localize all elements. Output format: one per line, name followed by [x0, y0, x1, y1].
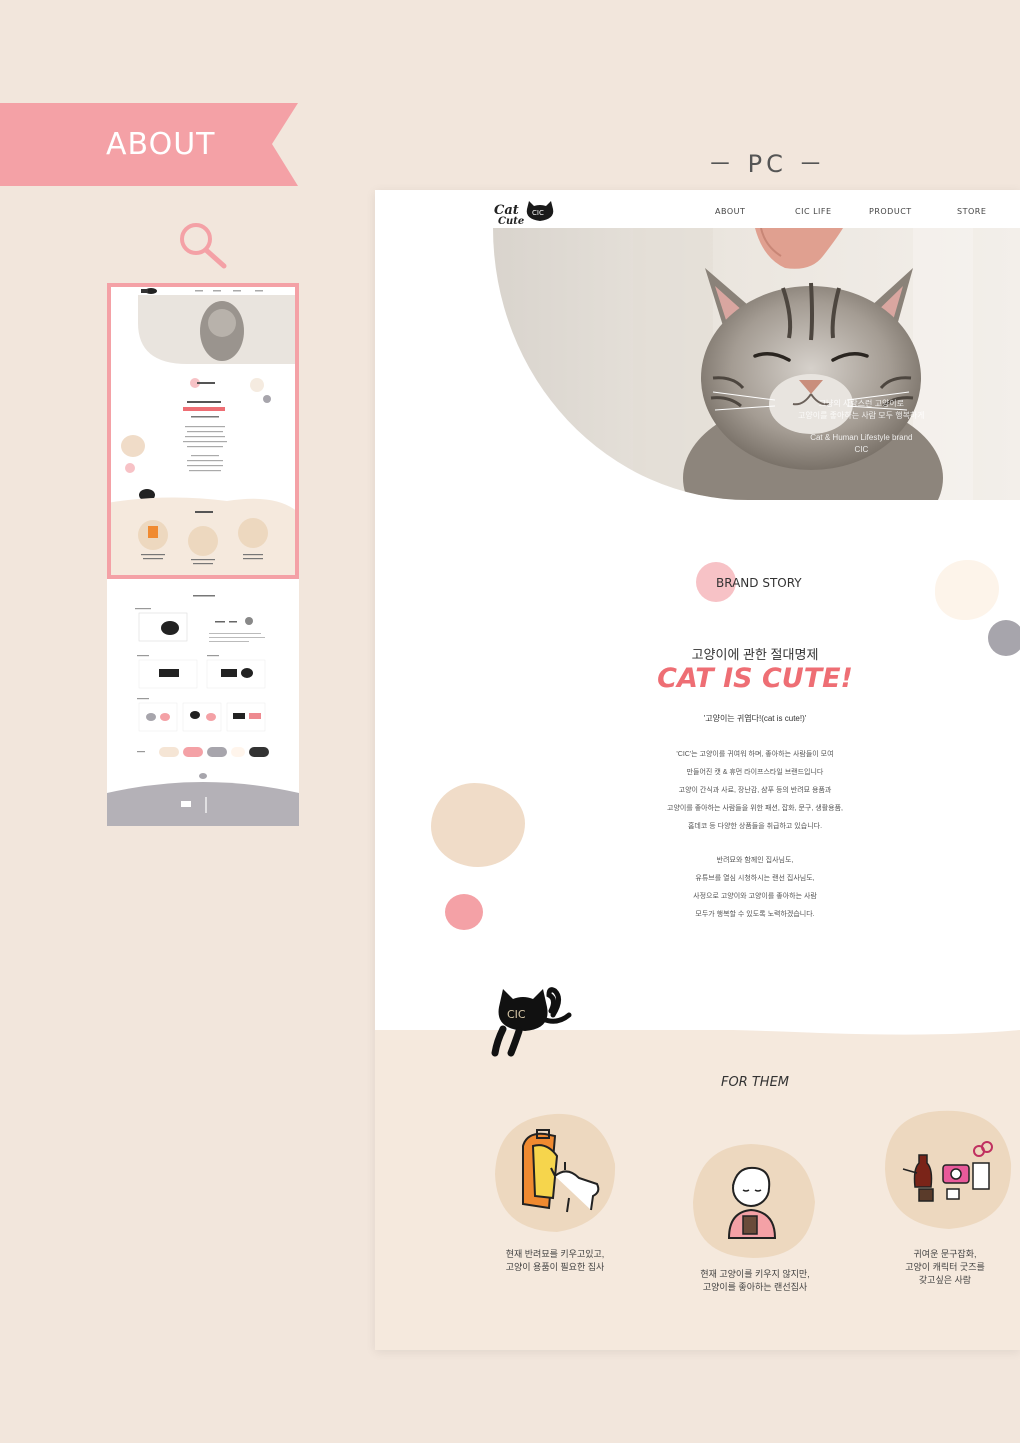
caption-line: 갖고싶은 사람: [918, 1275, 972, 1285]
brand-quote: '고양이는 귀엽다!(cat is cute!)': [703, 714, 807, 723]
paragraph-line: 유튜브를 열심 시청하시는 랜선 집사님도,: [695, 875, 815, 882]
caption-line: 고양이 용품이 필요한 집사: [505, 1262, 605, 1272]
for-them-title: FOR THEM: [720, 1075, 790, 1090]
about-ribbon: ABOUT: [0, 103, 298, 186]
target-1-caption: 현재 반려묘를 키우고있고, 고양이 용품이 필요한 집사: [475, 1248, 635, 1274]
paragraph-line: 고양이 간식과 사료, 장난감, 샴푸 등의 반려묘 용품과: [678, 787, 832, 794]
nav-cic-life[interactable]: CIC LIFE: [795, 207, 832, 216]
slogan-subtitle: 고양이에 관한 절대명제: [691, 647, 819, 662]
paragraph-line: 'CIC'는 고양이를 귀여워 하며, 좋아하는 사람들이 모여: [676, 751, 834, 758]
hero-line-3: Cat & Human Lifestyle brand: [810, 433, 913, 442]
paragraph-line: 고양이를 좋아하는 사람들을 위한 패션, 잡화, 문구, 생활용품,: [667, 805, 843, 812]
svg-text:CIC: CIC: [507, 1008, 526, 1021]
hero-line-1: 그냥의 사랑스런 고양이로: [818, 399, 905, 408]
hero-line-2: 고양이를 좋아하는 사람 모두 행복하게: [798, 411, 925, 420]
hero-copy: 그냥의 사랑스런 고양이로 고양이를 좋아하는 사람 모두 행복하게 Cat &…: [798, 398, 925, 456]
thumbnail-highlight: [107, 283, 299, 579]
brand-paragraph-1: 'CIC'는 고양이를 귀여워 하며, 좋아하는 사람들이 모여 만들어진 캣 …: [375, 746, 1020, 836]
target-3-illustration: [883, 1107, 1013, 1231]
hero-line-4: CIC: [854, 445, 869, 454]
paragraph-line: 반려묘와 함께인 집사님도,: [716, 857, 794, 864]
paragraph-line: 모두가 행복할 수 있도록 노력하겠습니다.: [695, 911, 815, 918]
deco-cream-circle: [935, 560, 999, 620]
paragraph-line: 만들어진 캣 & 휴먼 라이프스타일 브랜드입니다: [686, 769, 824, 776]
caption-line: 고양이를 좋아하는 랜선집사: [702, 1282, 808, 1292]
magnifier-icon: [180, 223, 227, 269]
caption-line: 현재 고양이를 키우지 않지만,: [700, 1269, 810, 1279]
caption-line: 귀여운 문구잡화,: [913, 1249, 977, 1259]
brand-story-title: BRAND STORY: [716, 576, 802, 590]
black-cat-mascot-icon: CIC: [491, 987, 572, 1057]
svg-text:CIC: CIC: [532, 209, 544, 217]
brand-paragraph-2: 반려묘와 함께인 집사님도, 유튜브를 열심 시청하시는 랜선 집사님도, 사정…: [375, 852, 1020, 924]
target-2-caption: 현재 고양이를 키우지 않지만, 고양이를 좋아하는 랜선집사: [675, 1268, 835, 1294]
paragraph-line: 사정으로 고양이와 고양이를 좋아하는 사람: [693, 893, 817, 900]
caption-line: 현재 반려묘를 키우고있고,: [505, 1249, 605, 1259]
nav-product[interactable]: PRODUCT: [869, 207, 912, 216]
slogan: CAT IS CUTE!: [657, 663, 853, 694]
hero-image: 그냥의 사랑스런 고양이로 고양이를 좋아하는 사람 모두 행복하게 Cat &…: [493, 228, 1020, 500]
target-2-illustration: [691, 1142, 817, 1260]
pc-page: Cat Cute CIC ABOUT CIC LIFE PRODUCT STOR…: [375, 190, 1020, 1350]
caption-line: 고양이 캐릭터 굿즈를: [905, 1262, 985, 1272]
ribbon-label: ABOUT: [106, 127, 216, 162]
device-label: － PC －: [708, 150, 827, 178]
nav-about[interactable]: ABOUT: [715, 207, 745, 216]
target-3-caption: 귀여운 문구잡화, 고양이 캐릭터 굿즈를 갖고싶은 사람: [865, 1248, 1020, 1287]
paragraph-line: 홈데코 등 다양한 상품들을 취급하고 있습니다.: [687, 823, 823, 830]
site-logo[interactable]: Cat Cute CIC: [494, 197, 556, 227]
nav-store[interactable]: STORE: [957, 207, 986, 216]
svg-text:Cute: Cute: [498, 216, 524, 227]
target-1-illustration: [493, 1112, 617, 1234]
